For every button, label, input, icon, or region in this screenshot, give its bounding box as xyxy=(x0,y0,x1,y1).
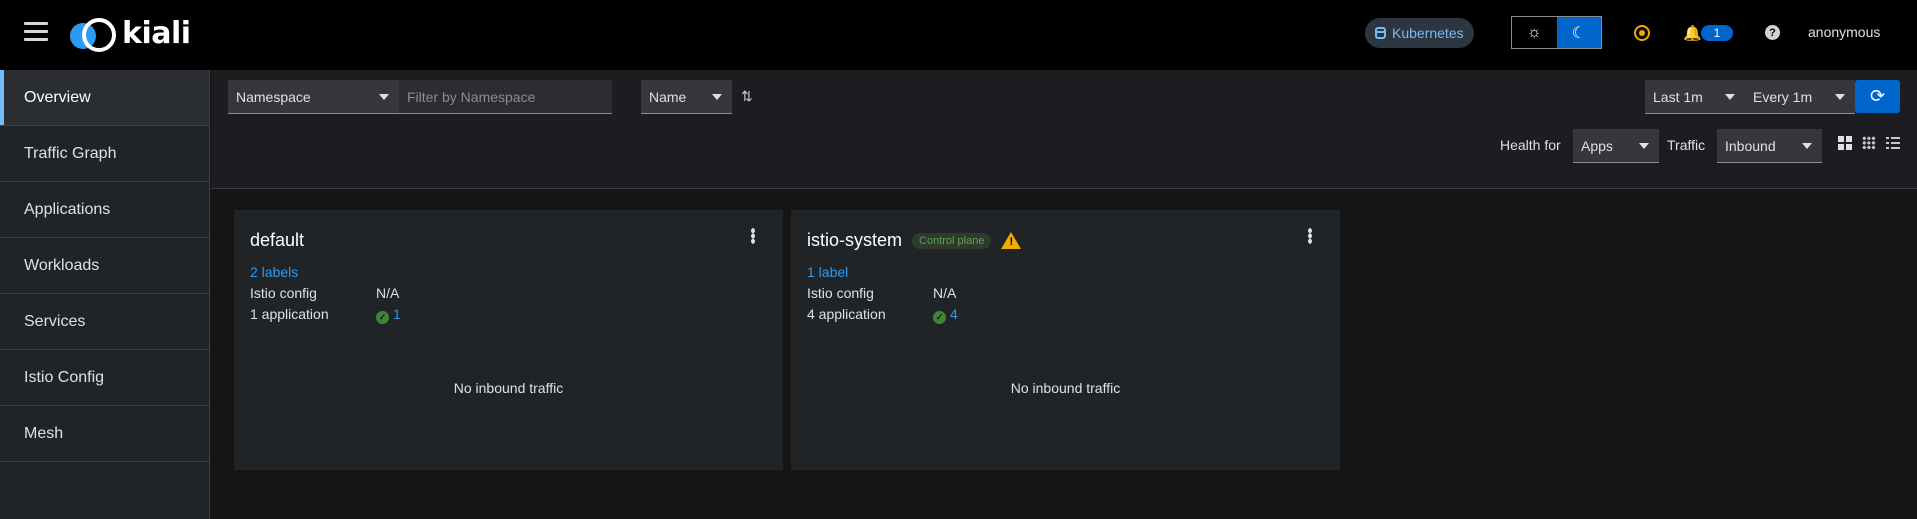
traffic-label: Traffic xyxy=(1667,137,1706,153)
duration-select[interactable]: Last 1m xyxy=(1645,80,1745,114)
sidebar-item-workloads[interactable]: Workloads xyxy=(0,238,209,294)
duration-value: Last 1m xyxy=(1653,88,1703,105)
caret-down-icon xyxy=(1835,94,1845,100)
refresh-interval-select[interactable]: Every 1m xyxy=(1745,80,1855,114)
health-for-value: Apps xyxy=(1581,137,1613,154)
sidebar-item-label: Istio Config xyxy=(24,368,105,386)
sort-field-value: Name xyxy=(649,88,687,105)
sidebar-item-label: Applications xyxy=(24,200,111,218)
caret-down-icon xyxy=(379,94,389,100)
notification-count-badge[interactable]: 1 xyxy=(1701,25,1733,41)
sidebar: Overview Traffic Graph Applications Work… xyxy=(0,70,210,519)
dark-theme-button[interactable]: ☾ xyxy=(1556,17,1601,48)
istio-status-icon[interactable] xyxy=(1634,25,1650,41)
applications-row: 1 application ✓ 1 xyxy=(250,306,401,324)
namespace-filter-input[interactable]: Filter by Namespace xyxy=(399,80,612,114)
namespace-card-default: default 2 labels Istio config N/A 1 appl… xyxy=(234,210,783,470)
health-for-select[interactable]: Apps xyxy=(1573,129,1659,163)
applications-count-link[interactable]: 4 xyxy=(950,306,958,322)
control-plane-badge: Control plane xyxy=(912,232,992,249)
sidebar-item-applications[interactable]: Applications xyxy=(0,182,209,238)
sidebar-item-overview[interactable]: Overview xyxy=(0,70,209,126)
theme-toggle[interactable]: ☼ ☾ xyxy=(1511,16,1602,49)
database-icon xyxy=(1375,27,1386,39)
help-icon[interactable]: ? xyxy=(1765,25,1780,40)
compact-view-icon[interactable] xyxy=(1862,136,1876,150)
istio-config-row: Istio config N/A xyxy=(250,285,399,301)
filter-type-select[interactable]: Namespace xyxy=(228,80,399,114)
kiali-logo[interactable]: kiali xyxy=(70,16,191,52)
applications-label: 1 application xyxy=(250,306,329,322)
istio-config-label: Istio config xyxy=(250,285,317,301)
expand-view-icon[interactable] xyxy=(1838,136,1852,150)
warning-icon[interactable]: ! xyxy=(1001,232,1022,249)
caret-down-icon xyxy=(1725,94,1735,100)
caret-down-icon xyxy=(1639,143,1649,149)
sidebar-item-traffic-graph[interactable]: Traffic Graph xyxy=(0,126,209,182)
light-theme-button[interactable]: ☼ xyxy=(1512,17,1557,48)
traffic-message: No inbound traffic xyxy=(453,380,564,396)
overview-toolbar: Namespace Filter by Namespace Name ⇅ Las… xyxy=(211,70,1917,189)
sun-icon: ☼ xyxy=(1526,23,1542,41)
traffic-message: No inbound traffic xyxy=(1010,380,1121,396)
namespace-name: default xyxy=(250,230,305,250)
hamburger-menu-icon[interactable] xyxy=(24,22,48,44)
kebab-menu-icon[interactable] xyxy=(751,228,755,244)
logo-text: kiali xyxy=(122,16,191,51)
sidebar-item-services[interactable]: Services xyxy=(0,294,209,350)
caret-down-icon xyxy=(1802,143,1812,149)
sidebar-item-mesh[interactable]: Mesh xyxy=(0,406,209,462)
sidebar-item-label: Overview xyxy=(24,88,91,106)
namespace-filter-placeholder: Filter by Namespace xyxy=(407,88,536,105)
user-menu[interactable]: anonymous xyxy=(1808,24,1880,40)
applications-row: 4 application ✓ 4 xyxy=(807,306,958,324)
istio-config-value: N/A xyxy=(933,285,957,301)
kebab-menu-icon[interactable] xyxy=(1308,228,1312,244)
applications-label: 4 application xyxy=(807,306,886,322)
traffic-direction-value: Inbound xyxy=(1725,137,1776,154)
bell-icon[interactable]: 🔔 xyxy=(1683,24,1702,42)
masthead: kiali Kubernetes ☼ ☾ 🔔 1 ? anonymous xyxy=(0,0,1917,70)
namespace-card-title: default xyxy=(250,230,304,251)
sidebar-item-istio-config[interactable]: Istio Config xyxy=(0,350,209,406)
applications-health: ✓ 4 xyxy=(933,306,958,324)
kiali-logo-icon xyxy=(70,17,118,52)
cluster-badge-label: Kubernetes xyxy=(1392,25,1464,41)
istio-config-value: N/A xyxy=(376,285,400,301)
caret-down-icon xyxy=(712,94,722,100)
refresh-button[interactable]: ⟳ xyxy=(1855,80,1900,113)
applications-health: ✓ 1 xyxy=(376,306,401,324)
istio-config-row: Istio config N/A xyxy=(807,285,956,301)
health-for-label: Health for xyxy=(1500,137,1561,153)
sidebar-item-label: Workloads xyxy=(24,256,100,274)
refresh-icon: ⟳ xyxy=(1869,86,1886,106)
namespace-card-title: istio-system Control plane ! xyxy=(807,230,1022,251)
check-circle-icon: ✓ xyxy=(933,311,946,324)
list-view-icon[interactable] xyxy=(1886,136,1900,150)
sidebar-item-label: Services xyxy=(24,312,86,330)
check-circle-icon: ✓ xyxy=(376,311,389,324)
filter-type-value: Namespace xyxy=(236,88,311,105)
namespace-name: istio-system xyxy=(807,230,903,250)
namespace-card-istio-system: istio-system Control plane ! 1 label Ist… xyxy=(791,210,1340,470)
sidebar-item-label: Mesh xyxy=(24,424,64,442)
refresh-interval-value: Every 1m xyxy=(1753,88,1813,105)
traffic-direction-select[interactable]: Inbound xyxy=(1717,129,1822,163)
main-content: Namespace Filter by Namespace Name ⇅ Las… xyxy=(211,70,1917,519)
sidebar-item-label: Traffic Graph xyxy=(24,144,117,162)
moon-icon: ☾ xyxy=(1571,24,1586,42)
applications-count-link[interactable]: 1 xyxy=(393,306,401,322)
namespace-labels-link[interactable]: 2 labels xyxy=(250,264,298,280)
sort-direction-icon[interactable]: ⇅ xyxy=(741,88,753,105)
view-mode-switcher xyxy=(1838,136,1900,150)
cluster-badge[interactable]: Kubernetes xyxy=(1365,18,1474,48)
namespace-labels-link[interactable]: 1 label xyxy=(807,264,848,280)
sort-field-select[interactable]: Name xyxy=(641,80,732,114)
istio-config-label: Istio config xyxy=(807,285,874,301)
